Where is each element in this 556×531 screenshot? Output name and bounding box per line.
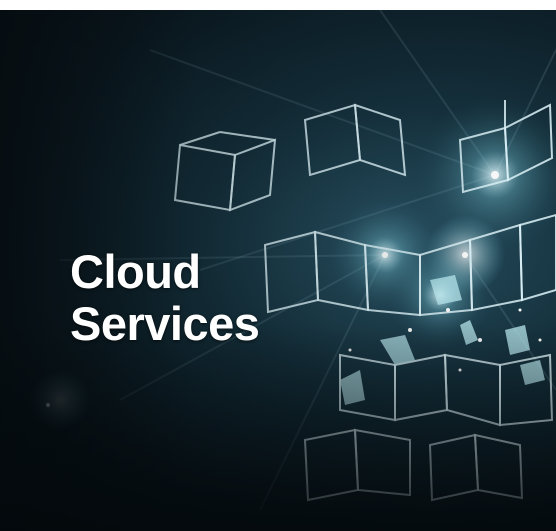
banner-title-line-2: Services — [70, 297, 260, 350]
banner-title-line-1: Cloud — [70, 245, 201, 298]
cloud-services-banner[interactable]: Cloud Services — [0, 10, 556, 531]
banner-title: Cloud Services — [70, 245, 260, 350]
page: Cloud Services — [0, 0, 556, 531]
